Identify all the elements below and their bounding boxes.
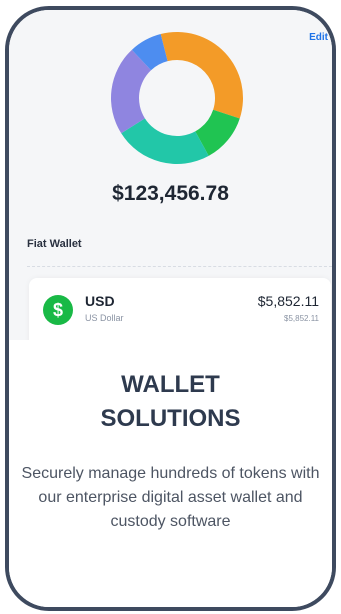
donut-segment [160,32,243,119]
promo-panel: WALLET SOLUTIONS Securely manage hundred… [9,340,332,607]
promo-headline-line2: SOLUTIONS [100,405,241,432]
portfolio-donut-chart [111,32,243,164]
wallet-screen: Edit $123,456.78 Fiat Wallet $ USD US Do… [9,10,332,358]
promo-headline-line1: WALLET [121,371,220,398]
asset-name: US Dollar [85,313,124,323]
asset-amount: $5,852.11 [257,293,319,309]
asset-code: USD [85,293,115,309]
asset-fiat-value: $5,852.11 [284,314,319,323]
promo-headline: WALLET SOLUTIONS [9,368,332,436]
edit-link[interactable]: Edit [309,32,328,43]
donut-segment [121,118,209,164]
fiat-wallet-title: Fiat Wallet [27,238,82,250]
divider [27,266,332,267]
total-balance: $123,456.78 [112,182,229,205]
promo-description: Securely manage hundreds of tokens with … [21,465,320,530]
phone-frame: Edit $123,456.78 Fiat Wallet $ USD US Do… [5,6,336,611]
dollar-icon: $ [43,295,73,325]
